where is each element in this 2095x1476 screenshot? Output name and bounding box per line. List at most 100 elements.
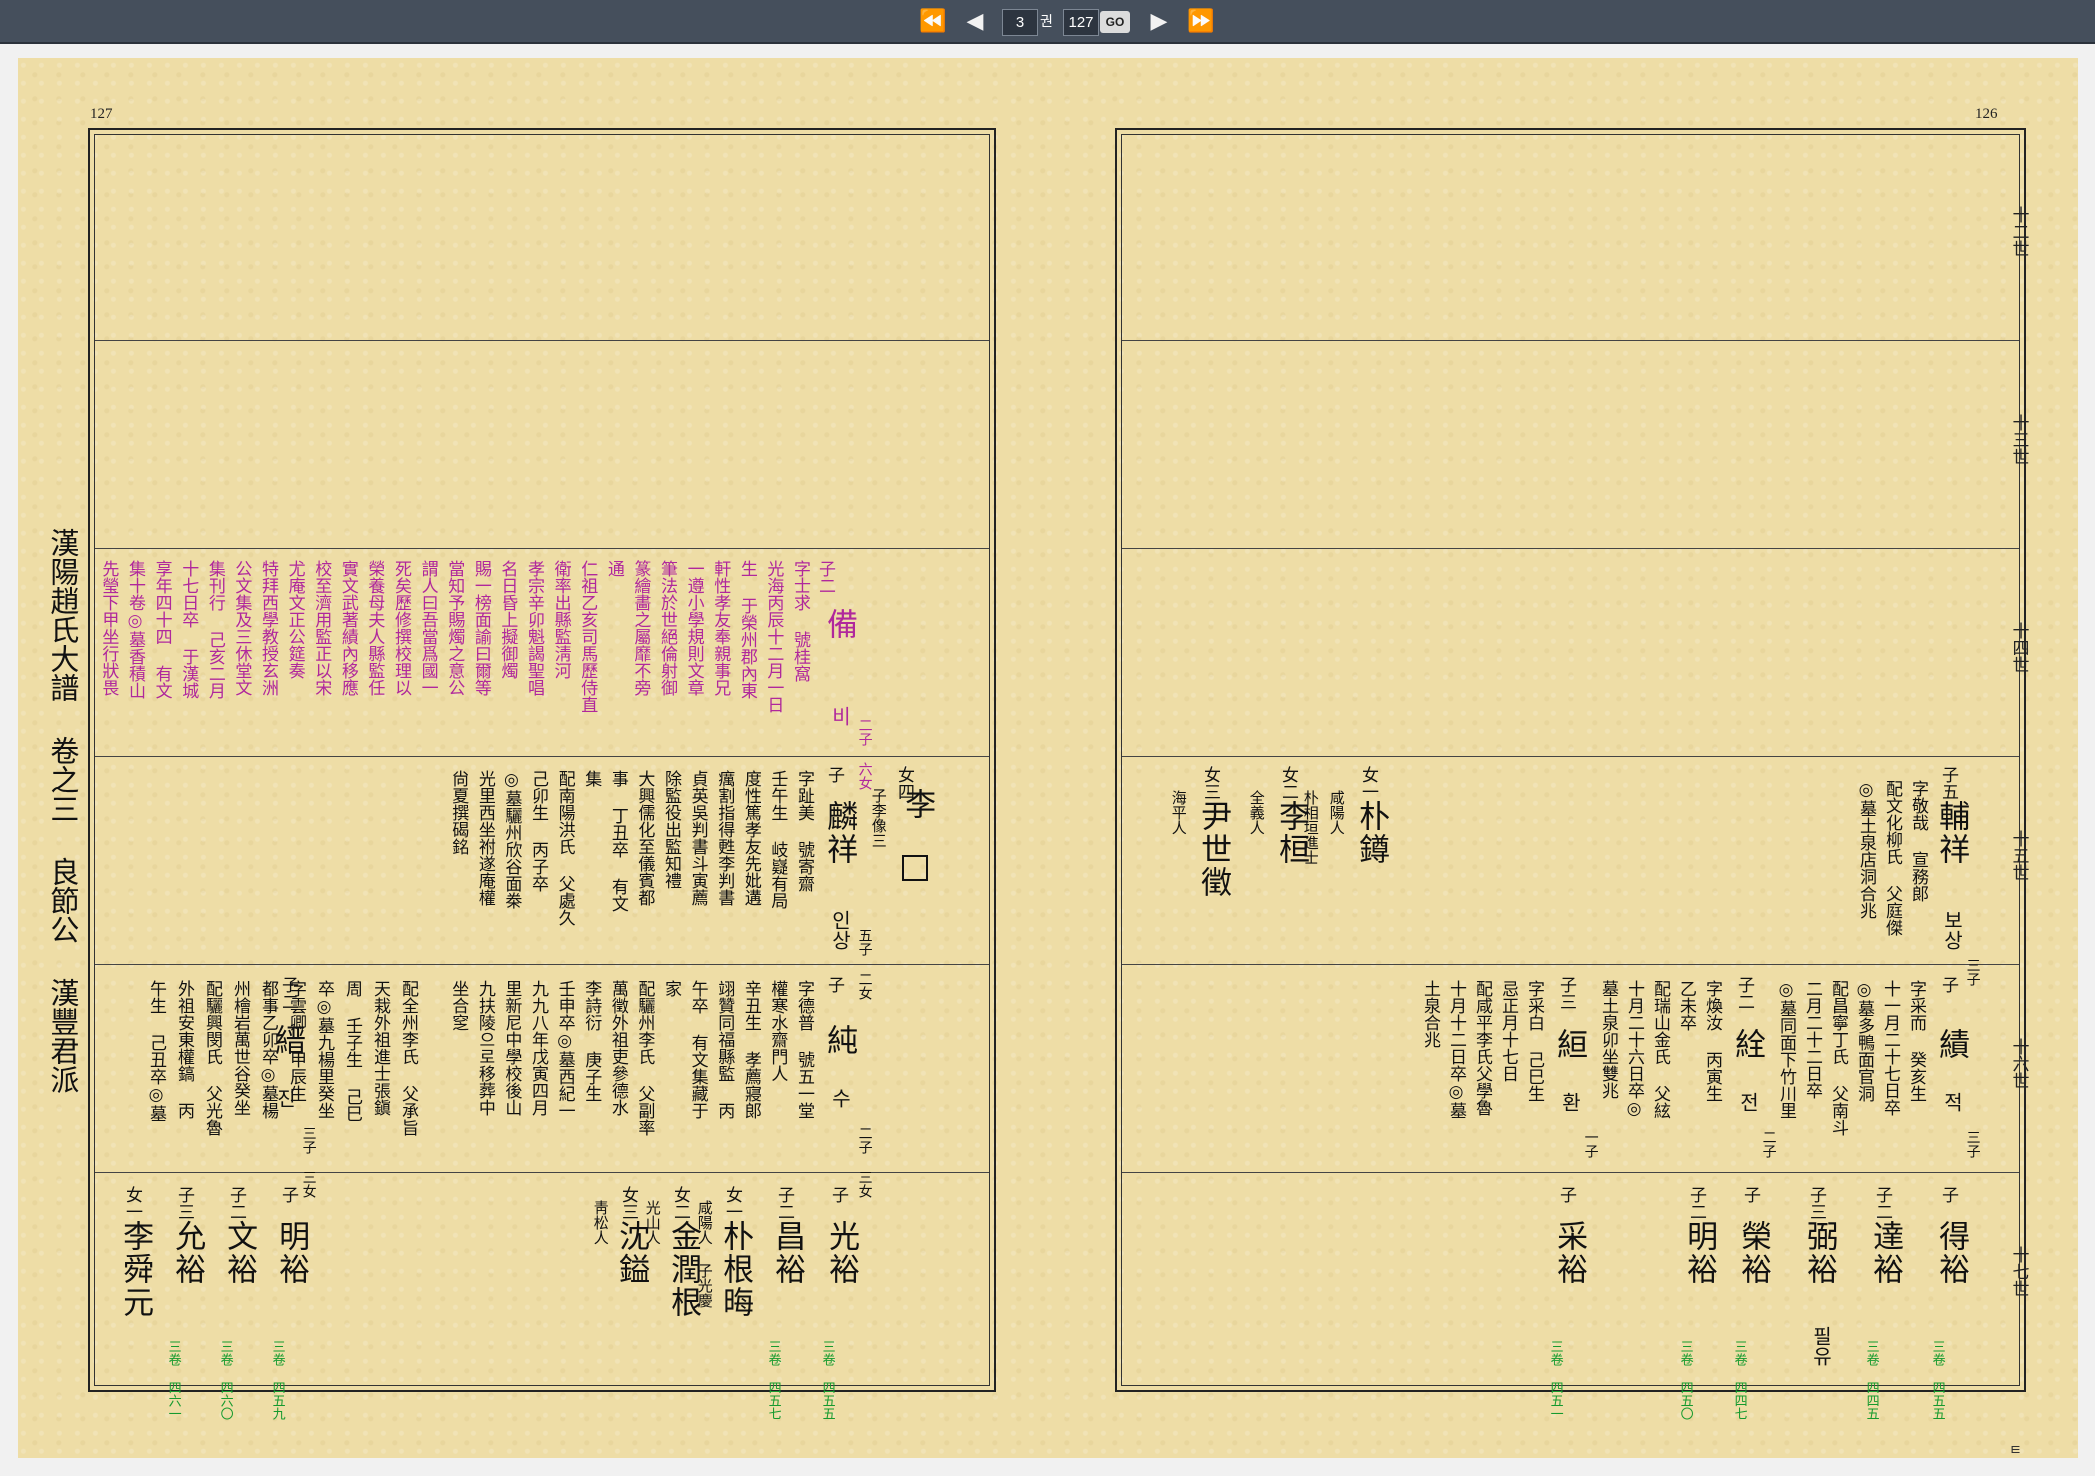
entry-children: 五子 二女 (856, 928, 873, 1000)
entry-relation: 子五 (1938, 766, 1959, 800)
note-column: 一遵小學規則文章 (683, 560, 704, 696)
note-column: 筆法於世絕倫射御 (657, 560, 678, 696)
entry-name: 朴根晦 (717, 1220, 754, 1319)
note-column: 生 于榮州郡內東 (736, 560, 757, 699)
first-page-button[interactable]: ⏪ (916, 7, 950, 37)
note-column: 仁祖乙亥司馬歷侍直 (577, 560, 598, 713)
volume-reference: 三卷 四六〇 (217, 1340, 233, 1420)
generation-label-13: 十三世 (2008, 414, 2029, 465)
note-column: 二月二十二日卒 (1802, 980, 1823, 1099)
note-column: 配咸平李氏父學魯 (1472, 980, 1493, 1116)
entry-children: 三子 (1964, 1130, 1981, 1158)
entry-name: 光裕 (823, 1220, 860, 1286)
page-input[interactable]: 127 (1063, 9, 1099, 36)
volume-reference: 三卷 四五五 (1929, 1340, 1945, 1420)
note-column: 州檜岩萬世谷癸坐 (230, 980, 251, 1116)
entry-name: 備 (821, 608, 858, 641)
note-column: 尤庵文正公筵奏 (284, 560, 305, 679)
note-column: 集十卷◎墓香積山 (125, 560, 146, 699)
entry-name: 允裕 (169, 1220, 206, 1286)
entry-relation: 子 (824, 766, 845, 783)
note-column: 九九八年戊寅四月 (528, 980, 549, 1116)
right-page-number: 126 (1975, 106, 1998, 122)
entry-korean-reading: 적 (1940, 1092, 1964, 1112)
next-page-button[interactable]: ▶ (1142, 7, 1176, 37)
entry-korean-reading: 인상 (828, 910, 852, 950)
note-column: 集 (581, 770, 602, 787)
note-column: 公文集及三休堂文 (231, 560, 252, 696)
note-column: 度性篤孝友先妣遘 (740, 770, 761, 906)
note-column: ◎墓同面下竹川里 (1776, 980, 1797, 1119)
note-column: 大興儒化至儀賓都 (634, 770, 655, 906)
entry-name: 金潤根 (665, 1220, 702, 1319)
volume-input[interactable]: 3 (1002, 9, 1038, 36)
note-column: 里新尼中學校後山 (501, 980, 522, 1116)
left-page-number: 127 (90, 106, 113, 122)
volume-reference: 三卷 四四七 (1731, 1340, 1747, 1420)
entry-name: 績 (1933, 1028, 1970, 1061)
note-column: ◎墓驪州欣谷面桊 (501, 770, 522, 909)
entry-relation: 子 (1938, 976, 1959, 993)
note-column: 家 (661, 980, 682, 997)
page-corner-icon: ㅌ (2009, 1443, 2022, 1459)
note-column: 先瑩下甲坐行狀畏 (98, 560, 119, 696)
entry-children: 二子 六女 (856, 718, 873, 790)
entry-korean-reading: 환 (1558, 1092, 1582, 1112)
note-column: 謂人曰吾當爲國一 (417, 560, 438, 696)
note-column: 字敬哉 宣務郞 (1908, 780, 1929, 902)
volume-reference: 三卷 四六一 (165, 1340, 181, 1420)
entry-relation: 女一 (122, 1186, 143, 1220)
book-spread: 127 126 漢陽趙氏大譜 卷之三 良節公 漢豐君派 十二世 十三世 十四世 … (18, 58, 2078, 1458)
note-column: 孝宗辛卯魁謁聖唱 (524, 560, 545, 696)
entry-name: 李桓 (1273, 800, 1310, 866)
entry-korean-reading: 전 (1736, 1092, 1760, 1112)
note-column: 通 (603, 560, 624, 577)
generation-label-17: 十七世 (2008, 1246, 2029, 1297)
entry-name: 輔祥 (1933, 800, 1970, 866)
note-column: 權寒水齋門人 (767, 980, 788, 1082)
note-column: 尙夏撰碣銘 (448, 770, 469, 855)
entry-relation: 子 (1556, 1186, 1577, 1203)
note-column: 壬申卒◎墓西紀一 (554, 980, 575, 1119)
entry-relation: 女三 (1200, 766, 1221, 800)
entry-name: 沈鎰 (613, 1220, 650, 1286)
note-column: 都事乙卯卒◎墓楊 (258, 980, 279, 1119)
entry-children: 二子 三女 (856, 1126, 873, 1198)
volume-unit-label: 권 (1040, 14, 1053, 30)
last-page-button[interactable]: ⏩ (1184, 7, 1218, 37)
note-column: ◎墓多鴨面官洞 (1854, 980, 1875, 1102)
entry-relation: 女一 (1358, 766, 1379, 800)
note-column: 貞英吳判書斗寅薦 (687, 770, 708, 906)
generation-label-14: 十四世 (2008, 622, 2029, 673)
book-spine-title: 漢陽趙氏大譜 卷之三 良節公 漢豐君派 (45, 528, 80, 1094)
prev-page-button[interactable]: ◀ (958, 7, 992, 37)
note-column: 九扶陵으로移葬中 (474, 980, 495, 1116)
note-column: 翊贊同福縣監 丙 (714, 980, 735, 1119)
entry-relation: 子三 (1556, 976, 1577, 1010)
note-column: 配瑞山金氏 父絃 (1650, 980, 1671, 1119)
go-button[interactable]: GO (1100, 11, 1130, 33)
entry-name: 采裕 (1551, 1220, 1588, 1286)
note-column: 癘割指得甦李判書 (714, 770, 735, 906)
note-column: 十一月二十七日卒 (1880, 980, 1901, 1116)
entry-relation: 子二 (226, 1186, 247, 1220)
note-column: 周 壬子生 己巳 (342, 980, 363, 1122)
note-column: 李詩衍 庚子生 (581, 980, 602, 1102)
entry-name: 尹世徵 (1195, 800, 1232, 899)
entry-relation: 子二 (1872, 1186, 1893, 1220)
note-column: 外祖安東權鎬 丙 (174, 980, 195, 1119)
entry-relation: 子二 (1734, 976, 1755, 1010)
note-column: 土泉合兆 (1420, 980, 1441, 1048)
entry-korean-reading: 수 (828, 1088, 852, 1108)
note-column: 配南陽洪氏 父處久 (554, 770, 575, 926)
entry-children: 三子 (1964, 958, 1981, 986)
note-column: 全義人 (1247, 790, 1266, 835)
note-column: 當知予賜燭之意公 (444, 560, 465, 696)
note-column: 名日昏上擬御燭 (497, 560, 518, 679)
generation-label-12: 十二世 (2008, 206, 2029, 257)
entry-relation: 女二 (1278, 766, 1299, 800)
generation-label-15: 十五世 (2008, 830, 2029, 881)
volume-reference: 三卷 四五七 (765, 1340, 781, 1420)
note-column: 坐合窆 (448, 980, 469, 1031)
entry-name: 朴鐏 (1353, 800, 1390, 866)
